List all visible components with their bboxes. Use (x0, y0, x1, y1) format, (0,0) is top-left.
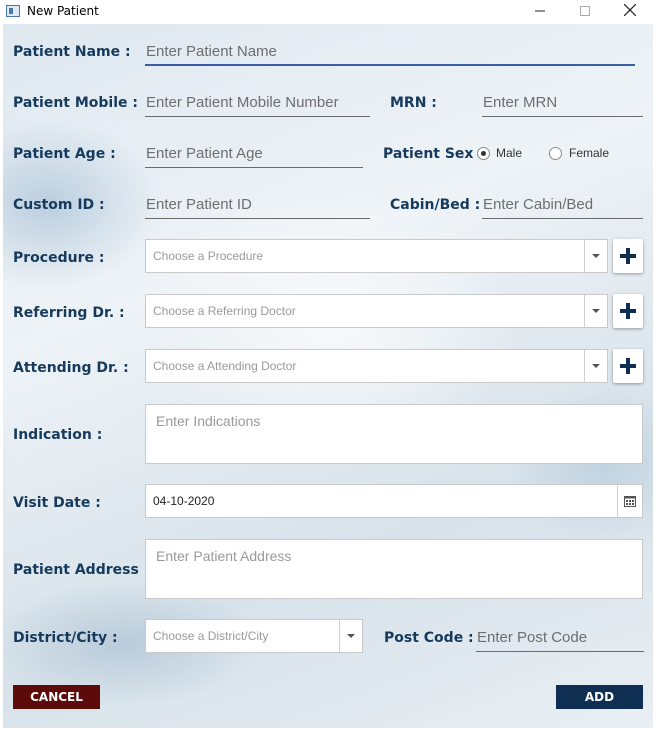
referring-dr-select[interactable]: Choose a Referring Doctor (145, 294, 608, 328)
patient-address-textarea[interactable]: Enter Patient Address (145, 539, 643, 599)
add-procedure-button[interactable] (613, 239, 643, 273)
close-button[interactable] (607, 0, 652, 24)
mrn-input[interactable] (482, 89, 643, 117)
district-city-label: District/City : (13, 630, 118, 646)
attending-dr-label: Attending Dr. : (13, 360, 129, 376)
app-icon (6, 5, 20, 17)
new-patient-window: New Patient Patient Name : Patient Mobil… (0, 0, 655, 731)
patient-address-label: Patient Address : (13, 562, 150, 578)
maximize-icon (579, 6, 590, 16)
maximize-button[interactable] (562, 0, 607, 24)
indication-label: Indication : (13, 427, 103, 443)
cabin-bed-input[interactable] (482, 191, 643, 219)
patient-name-input[interactable] (145, 38, 635, 66)
district-city-placeholder: Choose a District/City (153, 629, 269, 643)
cabin-bed-label: Cabin/Bed : (390, 197, 481, 213)
post-code-label: Post Code : (384, 630, 474, 646)
district-city-select[interactable]: Choose a District/City (145, 619, 363, 653)
patient-mobile-input[interactable] (145, 89, 370, 117)
close-icon (623, 3, 636, 17)
referring-dr-label: Referring Dr. : (13, 305, 125, 321)
procedure-select[interactable]: Choose a Procedure (145, 239, 608, 273)
custom-id-input[interactable] (145, 191, 370, 219)
sex-male-label: Male (496, 146, 523, 160)
post-code-input[interactable] (476, 624, 644, 652)
patient-age-input[interactable] (145, 140, 363, 168)
sex-female-radio[interactable] (549, 147, 562, 160)
add-button[interactable]: ADD (556, 685, 643, 709)
attending-dr-select[interactable]: Choose a Attending Doctor (145, 349, 608, 383)
indication-textarea[interactable]: Enter Indications (145, 404, 643, 464)
patient-mobile-label: Patient Mobile : (13, 95, 138, 111)
chevron-down-icon[interactable] (584, 240, 607, 272)
visit-date-label: Visit Date : (13, 495, 101, 511)
cancel-button[interactable]: CANCEL (13, 685, 100, 709)
chevron-down-icon[interactable] (584, 295, 607, 327)
referring-dr-placeholder: Choose a Referring Doctor (153, 304, 296, 318)
patient-address-placeholder: Enter Patient Address (156, 548, 292, 564)
minimize-button[interactable] (517, 0, 562, 24)
procedure-placeholder: Choose a Procedure (153, 249, 264, 263)
sex-female-label: Female (569, 146, 610, 160)
indication-placeholder: Enter Indications (156, 413, 261, 429)
custom-id-label: Custom ID : (13, 197, 105, 213)
patient-age-label: Patient Age : (13, 146, 116, 162)
window-title: New Patient (27, 4, 99, 18)
add-attending-dr-button[interactable] (613, 349, 643, 383)
visit-date-value: 04-10-2020 (153, 494, 215, 508)
sex-male-radio[interactable] (477, 147, 490, 160)
form-panel: Patient Name : Patient Mobile : MRN : Pa… (3, 24, 653, 728)
plus-icon (620, 303, 636, 319)
patient-sex-label: Patient Sex : (383, 146, 484, 162)
plus-icon (620, 358, 636, 374)
patient-name-label: Patient Name : (13, 44, 131, 60)
calendar-icon (624, 496, 636, 507)
minimize-icon (534, 10, 545, 12)
mrn-label: MRN : (390, 95, 437, 111)
add-referring-dr-button[interactable] (613, 294, 643, 328)
calendar-button[interactable] (617, 485, 642, 517)
plus-icon (620, 248, 636, 264)
chevron-down-icon[interactable] (584, 350, 607, 382)
procedure-label: Procedure : (13, 250, 105, 266)
chevron-down-icon[interactable] (339, 620, 362, 652)
title-bar: New Patient (0, 0, 655, 24)
visit-date-picker[interactable]: 04-10-2020 (145, 484, 643, 518)
attending-dr-placeholder: Choose a Attending Doctor (153, 359, 297, 373)
